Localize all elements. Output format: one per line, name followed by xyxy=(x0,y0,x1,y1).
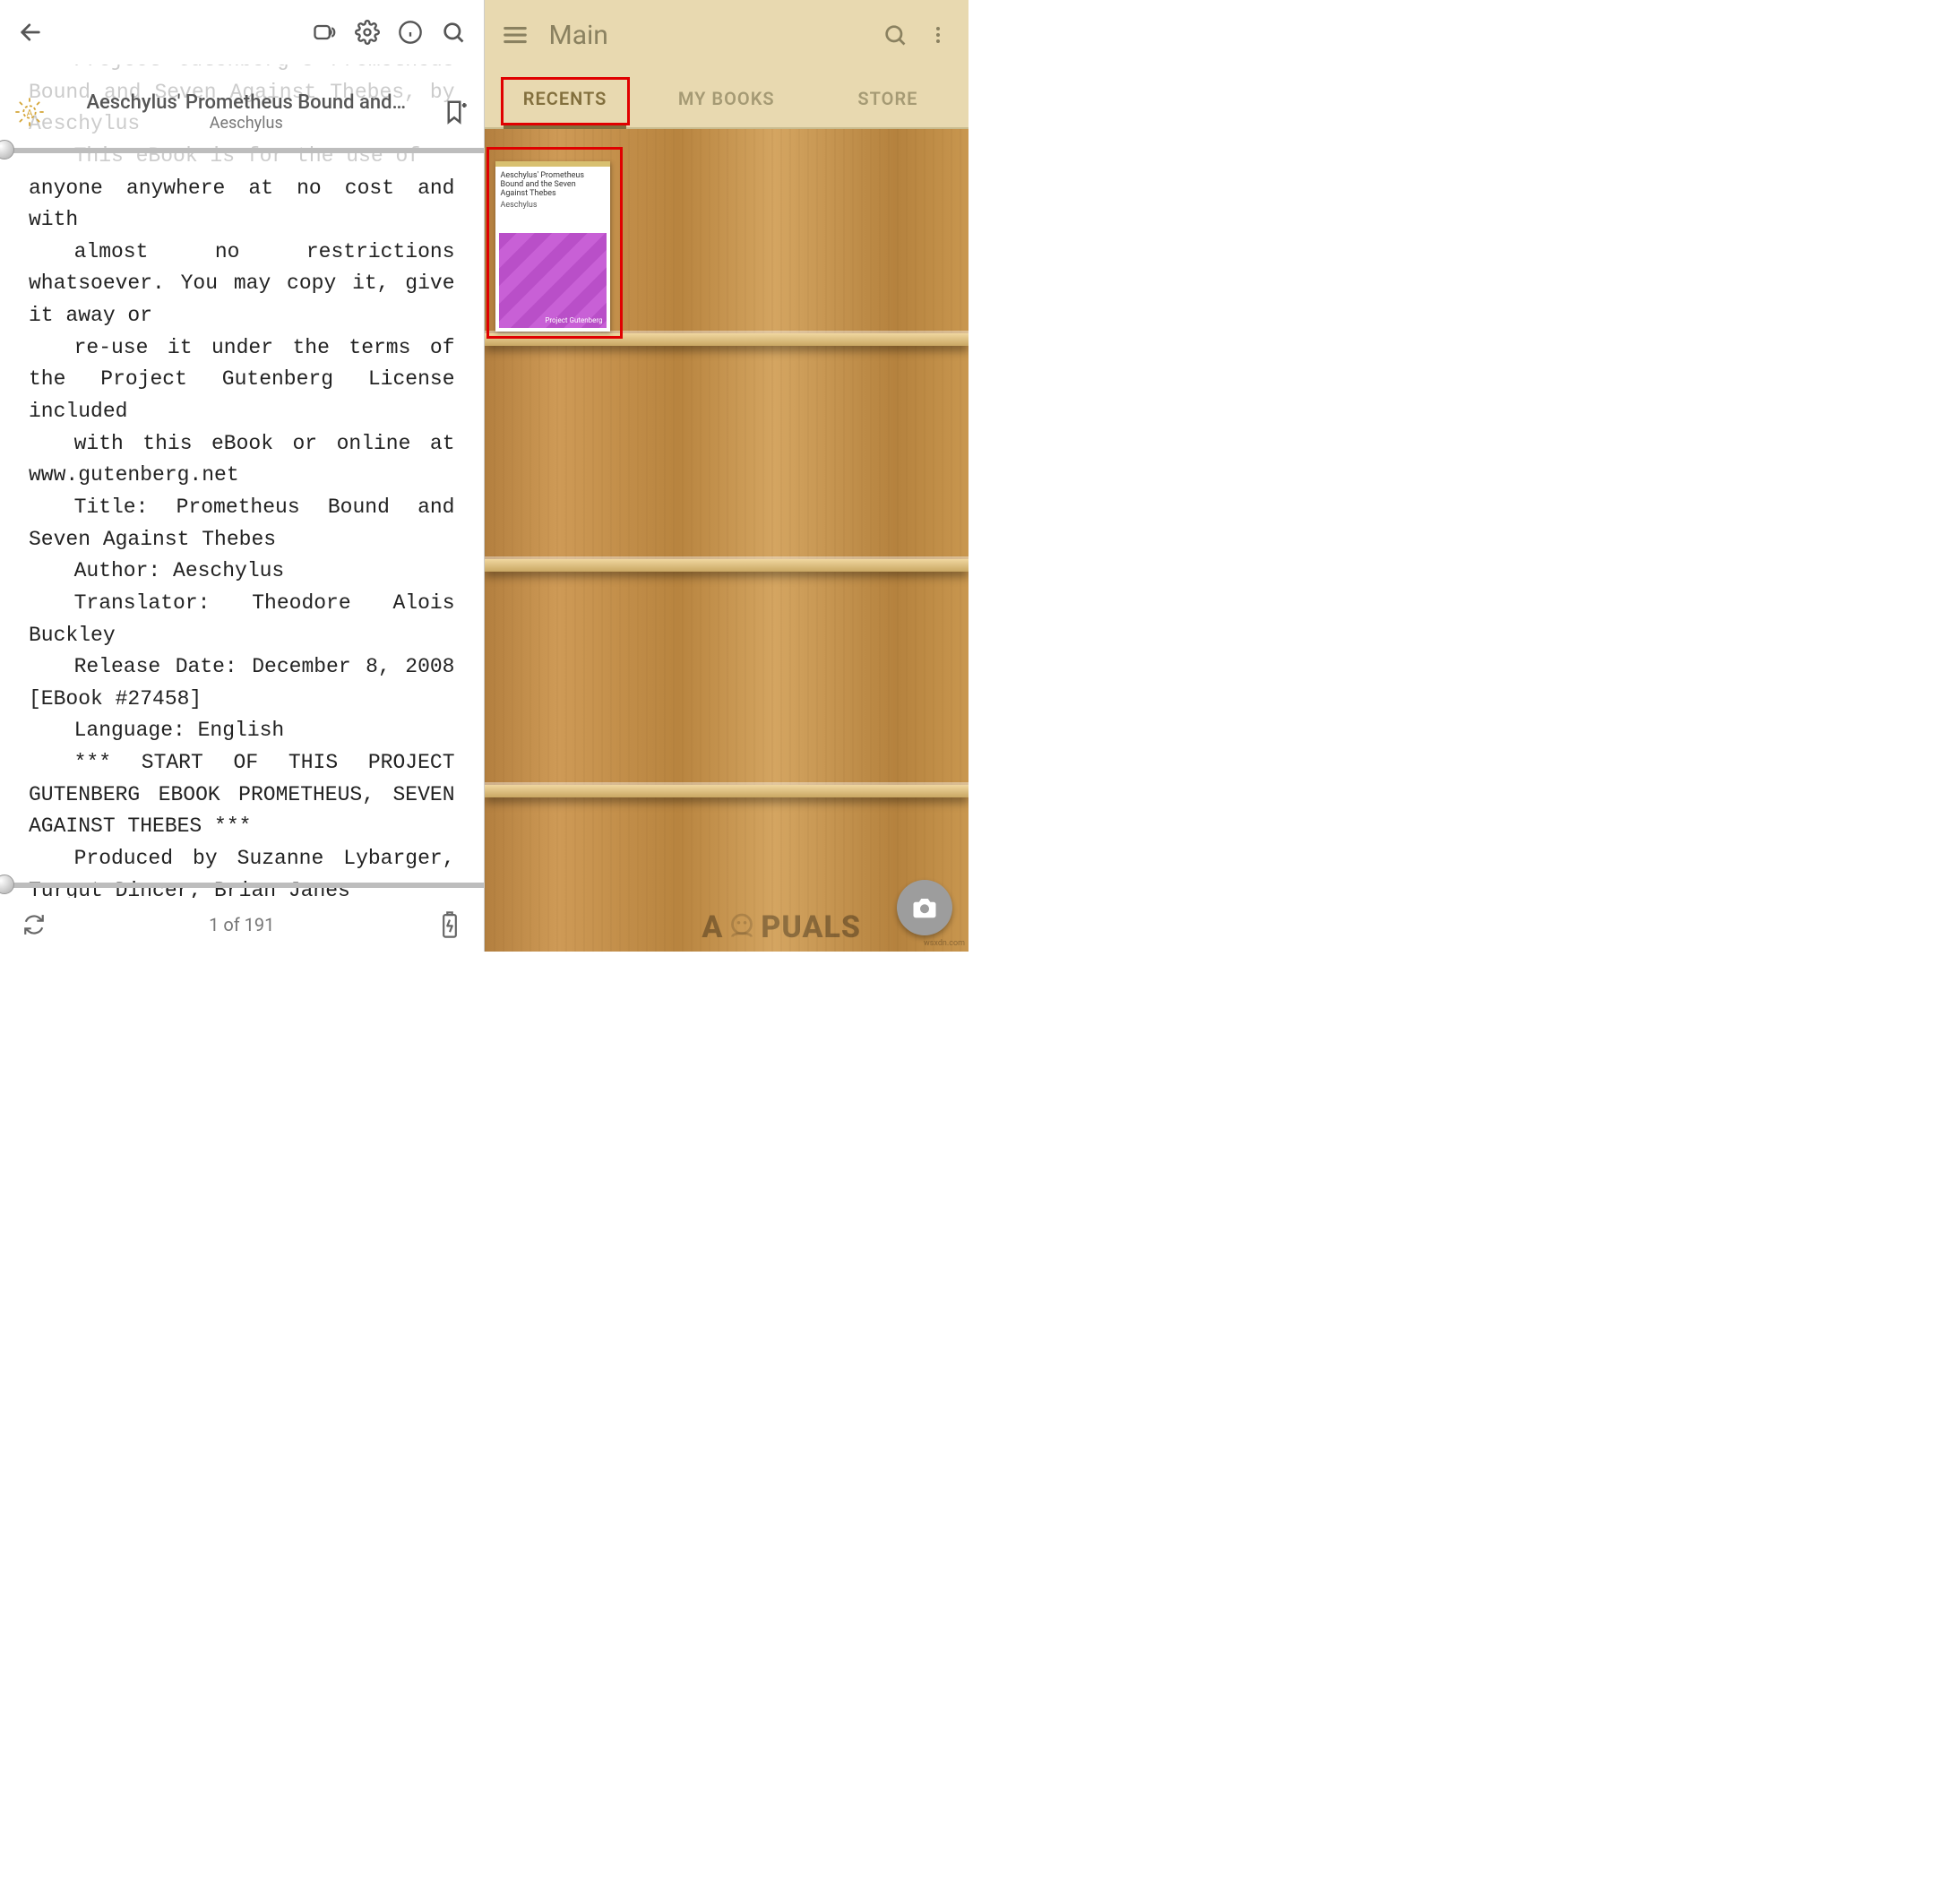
tab-recents[interactable]: RECENTS xyxy=(485,70,646,127)
bookshelf[interactable]: Aeschylus' Prometheus Bound and the Seve… xyxy=(485,129,969,952)
shelf-ledge xyxy=(485,559,969,572)
shelf-ledge xyxy=(485,785,969,797)
book-publisher: Project Gutenberg xyxy=(545,316,602,324)
watermark-text: A xyxy=(702,909,723,945)
body-line: almost no restrictions whatsoever. You m… xyxy=(29,237,455,332)
menu-button[interactable] xyxy=(494,13,537,56)
overflow-menu-button[interactable] xyxy=(917,13,960,56)
book-cover-title: Aeschylus' Prometheus Bound and the Seve… xyxy=(495,167,610,201)
watermark-text: PUALS xyxy=(761,909,861,945)
book-title: Aeschylus' Prometheus Bound and… xyxy=(57,91,435,114)
brightness-icon[interactable]: A xyxy=(11,93,48,131)
top-divider[interactable] xyxy=(0,148,484,153)
book-item[interactable]: Aeschylus' Prometheus Bound and the Seve… xyxy=(495,161,610,332)
sync-button[interactable] xyxy=(18,909,50,941)
book-cover-art: Project Gutenberg xyxy=(499,233,607,328)
library-header: Main xyxy=(485,0,969,70)
body-line: Title: Prometheus Bound and Seven Agains… xyxy=(29,492,455,556)
faint-line: This eBook is for the use of xyxy=(29,141,455,173)
shelf-ledge xyxy=(485,333,969,346)
battery-icon xyxy=(434,909,466,941)
library-search-button[interactable] xyxy=(874,13,917,56)
watermark-logo: A PUALS xyxy=(702,909,861,946)
search-button[interactable] xyxy=(432,11,475,54)
bookmark-button[interactable] xyxy=(435,93,473,131)
body-line: Language: English xyxy=(29,715,455,747)
reader-title-bar: A Aeschylus' Prometheus Bound and… Aesch… xyxy=(0,81,484,143)
bottom-divider[interactable] xyxy=(0,883,484,888)
mascot-icon xyxy=(723,909,761,946)
library-tabs: RECENTS MY BOOKS STORE xyxy=(485,70,969,129)
camera-fab[interactable] xyxy=(897,880,952,935)
reader-toolbar xyxy=(0,0,484,65)
reader-footer: 1 of 191 xyxy=(0,898,484,952)
back-button[interactable] xyxy=(9,11,52,54)
tab-store[interactable]: STORE xyxy=(807,70,968,127)
book-cover-author: Aeschylus xyxy=(495,201,610,210)
body-line: re-use it under the terms of the Project… xyxy=(29,332,455,428)
page-indicator: 1 of 191 xyxy=(50,914,434,935)
body-line: Release Date: December 8, 2008 [EBook #2… xyxy=(29,651,455,715)
body-line: with this eBook or online at www.gutenbe… xyxy=(29,428,455,492)
watermark-url: wsxdn.com xyxy=(924,939,965,948)
body-line: *** START OF THIS PROJECT GUTENBERG EBOO… xyxy=(29,747,455,843)
info-button[interactable] xyxy=(389,11,432,54)
reader-pane: Project Gutenberg's Prometheus Bound and… xyxy=(0,0,485,952)
tab-mybooks[interactable]: MY BOOKS xyxy=(646,70,807,127)
library-title: Main xyxy=(549,20,874,51)
body-line: Translator: Theodore Alois Buckley xyxy=(29,588,455,651)
body-line: Author: Aeschylus xyxy=(29,556,455,588)
book-author: Aeschylus xyxy=(57,114,435,133)
svg-text:A: A xyxy=(27,108,33,119)
tts-button[interactable] xyxy=(303,11,346,54)
settings-button[interactable] xyxy=(346,11,389,54)
library-pane: Main RECENTS MY BOOKS STORE Aeschylus' P… xyxy=(485,0,969,952)
body-line: anyone anywhere at no cost and with xyxy=(29,173,455,237)
